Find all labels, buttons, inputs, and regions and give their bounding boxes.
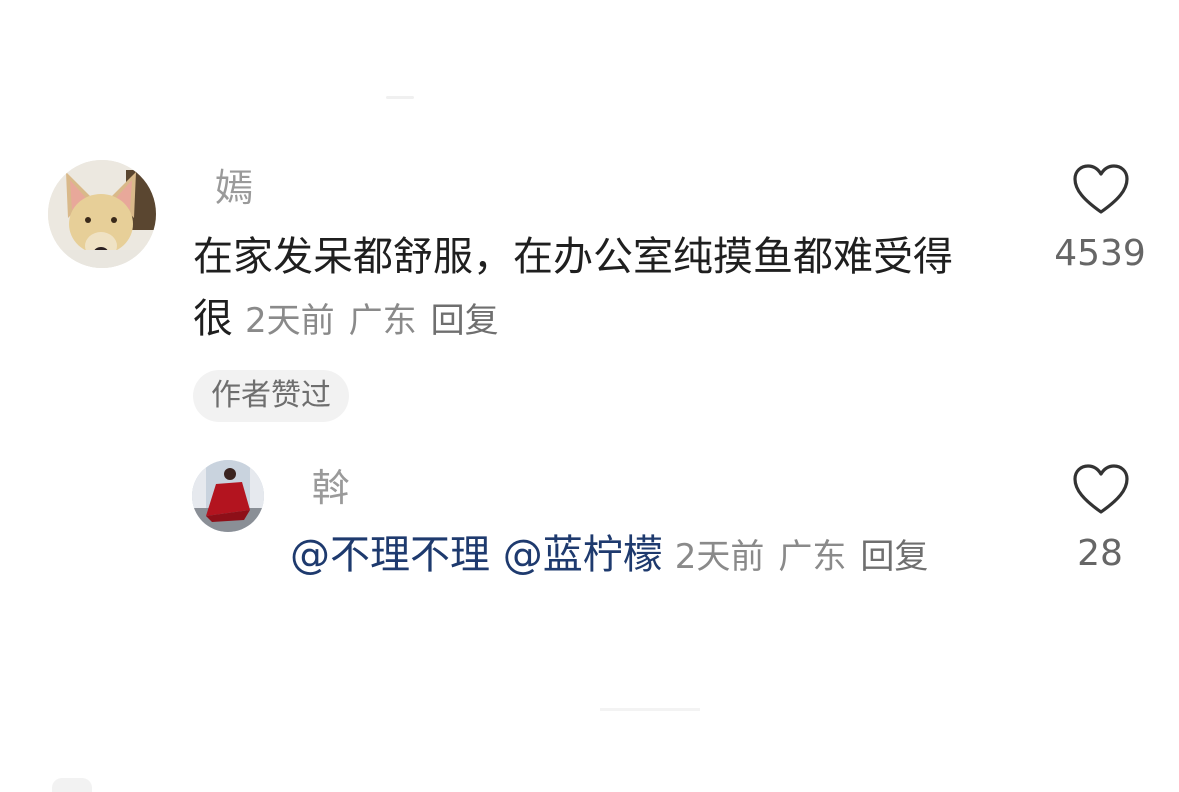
comment-body: 在家发呆都舒服，在办公室纯摸鱼都难受得 很 2天前 广东 回复 bbox=[193, 226, 1033, 352]
dog-avatar-icon bbox=[48, 160, 156, 268]
like-button[interactable] bbox=[1072, 164, 1130, 216]
reply-user-avatar[interactable] bbox=[192, 460, 264, 532]
heart-icon bbox=[1073, 464, 1129, 514]
mention-link[interactable]: @蓝柠檬 bbox=[503, 532, 663, 578]
heart-icon bbox=[1073, 164, 1129, 214]
comment-text-line2-row: 很 2天前 广东 回复 bbox=[193, 288, 1033, 352]
reply-like-button[interactable] bbox=[1072, 464, 1130, 516]
comment-meta: 2天前 广东 回复 bbox=[245, 301, 499, 341]
reply-reply-button[interactable]: 回复 bbox=[860, 537, 928, 577]
bottom-divider bbox=[600, 708, 700, 711]
reply-meta: 2天前 广东 回复 bbox=[675, 537, 929, 577]
reply-username[interactable]: 斡 bbox=[312, 464, 350, 512]
author-liked-badge: 作者赞过 bbox=[193, 370, 349, 422]
mention-link[interactable]: @不理不理 bbox=[290, 532, 490, 578]
like-count: 4539 bbox=[1054, 233, 1146, 274]
comment-username[interactable]: 嫣 bbox=[215, 164, 253, 212]
comment-time: 2天前 bbox=[245, 301, 335, 341]
comment-text-line1: 在家发呆都舒服，在办公室纯摸鱼都难受得 bbox=[193, 234, 953, 280]
reply-time: 2天前 bbox=[674, 537, 765, 577]
comment-location: 广东 bbox=[348, 301, 417, 341]
woman-red-dress-avatar-icon bbox=[192, 460, 264, 532]
top-divider bbox=[386, 96, 414, 99]
comment-text-line2: 很 bbox=[193, 296, 233, 342]
reply-body: @不理不理 @蓝柠檬 2天前 广东 回复 bbox=[290, 528, 928, 584]
reply-location: 广东 bbox=[778, 537, 847, 577]
reply-like-count: 28 bbox=[1077, 533, 1123, 574]
user-avatar[interactable] bbox=[48, 160, 156, 268]
next-comment-avatar-edge bbox=[52, 778, 92, 792]
reply-button[interactable]: 回复 bbox=[431, 301, 499, 341]
